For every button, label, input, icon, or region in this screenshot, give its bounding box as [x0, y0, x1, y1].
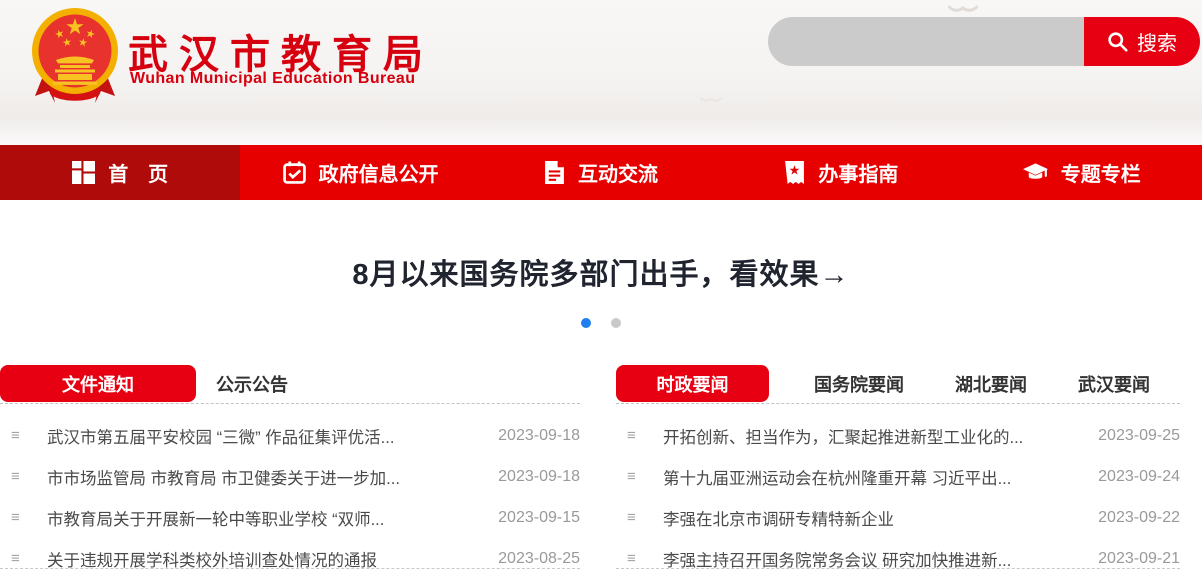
news-date: 2023-09-15	[498, 508, 580, 526]
carousel-banner: 8月以来国务院多部门出手，看效果→	[0, 200, 1202, 365]
carousel-dots	[0, 318, 1202, 328]
nav-item-service-guide[interactable]: 办事指南	[721, 145, 961, 200]
nav-item-gov-info[interactable]: 政府信息公开	[240, 145, 480, 200]
news-date: 2023-09-25	[1098, 426, 1180, 444]
list-item[interactable]: ≡ 李强在北京市调研专精特新企业 2023-09-22	[616, 497, 1180, 538]
list-marker-icon: ≡	[627, 550, 636, 567]
list-marker-icon: ≡	[627, 468, 636, 485]
news-title: 李强在北京市调研专精特新企业	[663, 510, 894, 529]
nav-item-special-topics[interactable]: 专题专栏	[962, 145, 1202, 200]
news-date: 2023-09-18	[498, 467, 580, 485]
news-title: 市市场监管局 市教育局 市卫健委关于进一步加...	[47, 469, 400, 488]
nav-label: 政府信息公开	[318, 164, 439, 186]
news-section: 文件通知 公示公告 ≡ 武汉市第五届平安校园 “三微” 作品征集评优活... 2…	[0, 365, 1202, 569]
tab-file-notices[interactable]: 文件通知	[0, 365, 196, 402]
site-header: 武汉市教育局 Wuhan Municipal Education Bureau …	[0, 0, 1202, 145]
banner-headline-link[interactable]: 8月以来国务院多部门出手，看效果→	[0, 251, 1202, 293]
list-item[interactable]: ≡ 开拓创新、担当作为，汇聚起推进新型工业化的... 2023-09-25	[616, 415, 1180, 456]
bookmark-star-icon	[785, 161, 805, 184]
news-date: 2023-09-18	[498, 426, 580, 444]
nav-item-home[interactable]: 首 页	[0, 145, 241, 200]
news-date: 2023-09-22	[1098, 508, 1180, 526]
site-subtitle-english: Wuhan Municipal Education Bureau	[130, 70, 416, 87]
left-news-list: ≡ 武汉市第五届平安校园 “三微” 作品征集评优活... 2023-09-18 …	[0, 404, 580, 569]
news-title: 市教育局关于开展新一轮中等职业学校 “双师...	[47, 510, 385, 529]
nav-label: 专题专栏	[1060, 164, 1141, 186]
news-title: 李强主持召开国务院常务会议 研究加快推进新...	[663, 551, 1012, 569]
home-grid-icon	[72, 161, 96, 184]
news-title: 武汉市第五届平安校园 “三微” 作品征集评优活...	[47, 428, 395, 447]
news-date: 2023-09-24	[1098, 467, 1180, 485]
tab-wuhan-news[interactable]: 武汉要闻	[1072, 365, 1156, 402]
news-title: 关于违规开展学科类校外培训查处情况的通报	[47, 551, 377, 569]
carousel-dot-1[interactable]	[581, 318, 591, 328]
main-nav: 首 页 政府信息公开 互动交流 办事指南 专题专栏	[0, 145, 1202, 200]
nav-label: 首 页	[108, 164, 169, 186]
carousel-dot-2[interactable]	[611, 318, 621, 328]
bird-watermark-icon	[700, 97, 722, 102]
list-marker-icon: ≡	[627, 509, 636, 526]
list-item[interactable]: ≡ 关于违规开展学科类校外培训查处情况的通报 2023-08-25	[0, 538, 580, 569]
list-marker-icon: ≡	[11, 509, 20, 526]
nav-item-interaction[interactable]: 互动交流	[481, 145, 721, 200]
bird-watermark-icon	[948, 5, 978, 12]
national-emblem-logo	[32, 8, 118, 103]
list-marker-icon: ≡	[627, 427, 636, 444]
list-item[interactable]: ≡ 市教育局关于开展新一轮中等职业学校 “双师... 2023-09-15	[0, 497, 580, 538]
tab-current-affairs[interactable]: 时政要闻	[616, 365, 769, 402]
news-column-current-affairs: 时政要闻 国务院要闻 湖北要闻 武汉要闻 ≡ 开拓创新、担当作为，汇聚起推进新型…	[616, 365, 1180, 569]
search-input[interactable]	[768, 17, 1084, 66]
document-icon	[545, 161, 564, 184]
news-column-notices: 文件通知 公示公告 ≡ 武汉市第五届平安校园 “三微” 作品征集评优活... 2…	[0, 365, 580, 569]
right-tabbar: 时政要闻 国务院要闻 湖北要闻 武汉要闻	[616, 365, 1180, 404]
list-item[interactable]: ≡ 第十九届亚洲运动会在杭州隆重开幕 习近平出... 2023-09-24	[616, 456, 1180, 497]
search-button-label: 搜索	[1137, 33, 1177, 55]
graduation-cap-icon	[1022, 162, 1048, 179]
list-item[interactable]: ≡ 武汉市第五届平安校园 “三微” 作品征集评优活... 2023-09-18	[0, 415, 580, 456]
list-marker-icon: ≡	[11, 468, 20, 485]
nav-label: 办事指南	[818, 164, 899, 186]
right-news-list: ≡ 开拓创新、担当作为，汇聚起推进新型工业化的... 2023-09-25 ≡ …	[616, 404, 1180, 569]
tab-hubei-news[interactable]: 湖北要闻	[949, 365, 1033, 402]
tab-public-announcements[interactable]: 公示公告	[196, 365, 308, 402]
nav-label: 互动交流	[577, 164, 658, 186]
list-item[interactable]: ≡ 李强主持召开国务院常务会议 研究加快推进新... 2023-09-21	[616, 538, 1180, 569]
tab-state-council-news[interactable]: 国务院要闻	[808, 365, 910, 402]
search-button[interactable]: 搜索	[1084, 17, 1200, 66]
list-marker-icon: ≡	[11, 427, 20, 444]
calendar-check-icon	[282, 161, 306, 184]
search-bar: 搜索	[768, 17, 1200, 66]
list-item[interactable]: ≡ 市市场监管局 市教育局 市卫健委关于进一步加... 2023-09-18	[0, 456, 580, 497]
news-title: 开拓创新、担当作为，汇聚起推进新型工业化的...	[663, 428, 1024, 447]
news-date: 2023-09-21	[1098, 549, 1180, 567]
search-icon	[1108, 32, 1128, 52]
list-marker-icon: ≡	[11, 550, 20, 567]
news-title: 第十九届亚洲运动会在杭州隆重开幕 习近平出...	[663, 469, 1012, 488]
news-date: 2023-08-25	[498, 549, 580, 567]
left-tabbar: 文件通知 公示公告	[0, 365, 580, 404]
